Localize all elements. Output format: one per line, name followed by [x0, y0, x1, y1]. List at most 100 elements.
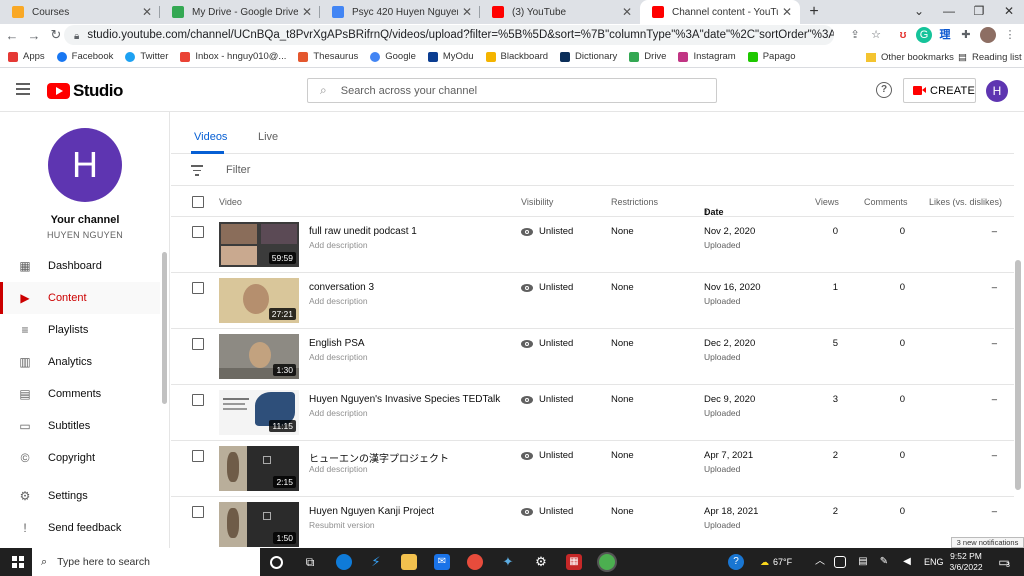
reload-icon[interactable]: ↻: [46, 27, 66, 43]
bookmark-facebook[interactable]: Facebook: [56, 51, 113, 62]
browser-tab-drive[interactable]: My Drive - Google Drive ✕: [160, 0, 320, 24]
video-thumbnail[interactable]: 11:15: [219, 390, 299, 435]
photos-icon[interactable]: [467, 554, 483, 570]
tab-videos[interactable]: Videos: [194, 131, 227, 143]
video-thumbnail[interactable]: 27:21: [219, 278, 299, 323]
video-title[interactable]: English PSA: [309, 338, 365, 349]
close-tab-icon[interactable]: ✕: [782, 5, 792, 19]
chrome-icon[interactable]: [599, 554, 615, 570]
minimize-icon[interactable]: —: [934, 0, 964, 24]
bookmark-star-icon[interactable]: ☆: [868, 27, 884, 43]
video-description[interactable]: Resubmit version: [309, 520, 375, 530]
table-row[interactable]: 27:21 conversation 3 Add description Unl…: [171, 273, 1014, 329]
translate-extension-icon[interactable]: 理: [937, 27, 953, 43]
visibility-cell[interactable]: Unlisted: [521, 394, 573, 405]
mail-icon[interactable]: ✉: [434, 554, 450, 570]
bookmark-twitter[interactable]: Twitter: [125, 51, 168, 62]
menu-dots-icon[interactable]: ⋮: [1002, 27, 1018, 43]
table-row[interactable]: 1:50 Huyen Nguyen Kanji Project Resubmit…: [171, 497, 1014, 553]
bookmark-thesaurus[interactable]: Thesaurus: [298, 51, 358, 62]
video-thumbnail[interactable]: 1:50: [219, 502, 299, 547]
reading-list[interactable]: ▤ Reading list: [958, 46, 1022, 68]
volume-icon[interactable]: ◀: [899, 554, 915, 570]
settings-gear-icon[interactable]: ⚙: [533, 554, 549, 570]
table-row[interactable]: 11:15 Huyen Nguyen's Invasive Species TE…: [171, 385, 1014, 441]
cortana-icon[interactable]: [270, 556, 283, 569]
notification-toast[interactable]: 3 new notifications: [951, 537, 1024, 548]
maximize-icon[interactable]: ❐: [964, 0, 994, 24]
sidebar-item-dashboard[interactable]: ▦ Dashboard: [0, 250, 160, 282]
sidebar-item-content[interactable]: ▶ Content: [0, 282, 160, 314]
bookmark-apps[interactable]: Apps: [8, 51, 45, 62]
sidebar-item-settings[interactable]: ⚙ Settings: [0, 480, 160, 512]
filter-icon[interactable]: [191, 165, 203, 179]
video-description[interactable]: Add description: [309, 464, 368, 474]
bookmark-dictionary[interactable]: Dictionary: [560, 51, 617, 62]
url-input[interactable]: 🔒︎ studio.youtube.com/channel/UCnBQa_t8P…: [64, 25, 834, 45]
tab-search-icon[interactable]: ⌄: [904, 0, 934, 24]
sidebar-item-playlists[interactable]: ≡ Playlists: [0, 314, 160, 346]
visibility-cell[interactable]: Unlisted: [521, 226, 573, 237]
column-restrictions[interactable]: Restrictions: [611, 197, 658, 207]
sidebar-item-comments[interactable]: ▤ Comments: [0, 378, 160, 410]
close-window-icon[interactable]: ✕: [994, 0, 1024, 24]
studio-logo[interactable]: Studio: [47, 81, 123, 101]
column-comments[interactable]: Comments: [864, 197, 908, 207]
back-icon[interactable]: ←: [2, 28, 22, 43]
video-thumbnail[interactable]: 1:30: [219, 334, 299, 379]
table-row[interactable]: 2:15 ヒューエンの漢字プロジェクト Add description Unli…: [171, 441, 1014, 497]
channel-avatar[interactable]: H: [48, 128, 122, 202]
video-title[interactable]: Huyen Nguyen's Invasive Species TEDTalk: [309, 394, 500, 405]
column-views[interactable]: Views: [815, 197, 839, 207]
forward-icon[interactable]: →: [24, 28, 44, 43]
taskbar-search-input[interactable]: ⌕ Type here to search: [32, 548, 260, 576]
video-description[interactable]: Add description: [309, 240, 368, 250]
weather-widget[interactable]: ☁ 67°F: [760, 548, 792, 576]
browser-tab-studio[interactable]: Channel content - YouTube Studio ✕: [640, 0, 800, 24]
tab-live[interactable]: Live: [258, 131, 278, 143]
video-title[interactable]: Huyen Nguyen Kanji Project: [309, 506, 434, 517]
task-view-icon[interactable]: ⧉: [302, 554, 318, 570]
bookmark-instagram[interactable]: Instagram: [678, 51, 736, 62]
browser-tab-courses[interactable]: Courses ✕: [0, 0, 160, 24]
video-description[interactable]: Add description: [309, 408, 368, 418]
app-red-icon[interactable]: ▦: [566, 554, 582, 570]
bookmark-google[interactable]: Google: [370, 51, 416, 62]
language-indicator[interactable]: ENG: [924, 548, 944, 576]
network-icon[interactable]: ▤: [855, 554, 871, 570]
close-tab-icon[interactable]: ✕: [302, 5, 312, 19]
video-thumbnail[interactable]: 59:59: [219, 222, 299, 267]
taskbar-clock[interactable]: 9:52 PM 3/6/2022: [945, 551, 987, 573]
account-avatar[interactable]: H: [986, 80, 1008, 102]
bookmark-inbox[interactable]: Inbox - hnguy010@...: [180, 51, 286, 62]
visibility-cell[interactable]: Unlisted: [521, 338, 573, 349]
row-checkbox[interactable]: [192, 282, 204, 294]
sidebar-item-analytics[interactable]: ▥ Analytics: [0, 346, 160, 378]
file-explorer-icon[interactable]: [401, 554, 417, 570]
row-checkbox[interactable]: [192, 506, 204, 518]
channel-search-input[interactable]: ⌕ Search across your channel: [307, 78, 717, 103]
browser-tab-youtube[interactable]: (3) YouTube ✕: [480, 0, 640, 24]
close-tab-icon[interactable]: ✕: [462, 5, 472, 19]
row-checkbox[interactable]: [192, 394, 204, 406]
column-likes[interactable]: Likes (vs. dislikes): [929, 197, 1002, 207]
edge-icon[interactable]: [336, 554, 352, 570]
share-icon[interactable]: ⇪: [847, 27, 863, 43]
sidebar-item-subtitles[interactable]: ▭ Subtitles: [0, 410, 160, 442]
visual-studio-icon[interactable]: ⚡: [368, 554, 384, 570]
bookmark-papago[interactable]: Papago: [747, 51, 795, 62]
video-description[interactable]: Add description: [309, 352, 368, 362]
menu-icon[interactable]: [16, 83, 30, 95]
sidebar-item-copyright[interactable]: © Copyright: [0, 442, 160, 474]
create-button[interactable]: CREATE: [903, 78, 976, 103]
row-checkbox[interactable]: [192, 338, 204, 350]
tray-app-icon[interactable]: [834, 556, 846, 568]
column-visibility[interactable]: Visibility: [521, 197, 553, 207]
bookmark-drive[interactable]: Drive: [629, 51, 666, 62]
chevron-up-icon[interactable]: ︿: [812, 554, 828, 570]
extensions-puzzle-icon[interactable]: ✚: [958, 27, 974, 43]
close-tab-icon[interactable]: ✕: [622, 5, 632, 19]
close-tab-icon[interactable]: ✕: [142, 5, 152, 19]
table-row[interactable]: 1:30 English PSA Add description Unliste…: [171, 329, 1014, 385]
grammarly-icon[interactable]: G: [916, 27, 932, 43]
